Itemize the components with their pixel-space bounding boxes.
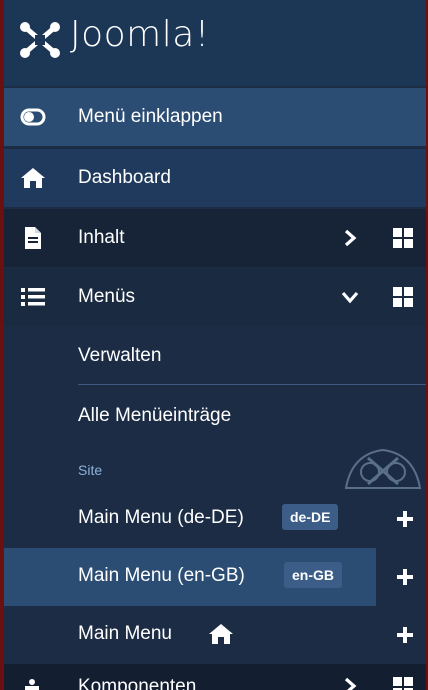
- sidebar-header: Joomla!: [0, 0, 428, 86]
- dashboard-grid-icon[interactable]: [392, 227, 414, 249]
- sidebar-item-label: Dashboard: [78, 167, 171, 188]
- language-badge: de-DE: [282, 504, 339, 530]
- chevron-right-icon[interactable]: [340, 228, 360, 248]
- language-badge: en-GB: [284, 562, 342, 588]
- submenu-item-label: Verwalten: [78, 345, 162, 366]
- dashboard-grid-icon[interactable]: [392, 676, 414, 690]
- add-icon[interactable]: [396, 568, 414, 586]
- sidebar-item-collapse[interactable]: Menü einklappen: [0, 88, 428, 146]
- submenu-item-label: Alle Menüeinträge: [78, 405, 232, 426]
- add-icon[interactable]: [396, 510, 414, 528]
- submenu-item-all-items[interactable]: Alle Menüeinträge: [0, 386, 428, 444]
- file-icon: [20, 225, 46, 251]
- dashboard-grid-icon[interactable]: [392, 286, 414, 308]
- sidebar-item-content[interactable]: Inhalt: [0, 209, 428, 267]
- puzzle-icon: [25, 679, 39, 690]
- sidebar-item-components[interactable]: Komponenten: [0, 664, 428, 690]
- watermark-logo-icon: [344, 448, 422, 489]
- submenu-item-label: Main Menu: [78, 623, 172, 644]
- sidebar-item-label: Inhalt: [78, 227, 125, 248]
- submenu-item-label: Main Menu (en-GB): [78, 565, 245, 586]
- submenu-item-main-menu-en[interactable]: Main Menu (en-GB) en-GB: [0, 548, 428, 606]
- sidebar-item-label: Komponenten: [78, 676, 197, 690]
- submenu-item-manage[interactable]: Verwalten: [0, 330, 428, 384]
- home-icon: [20, 165, 46, 191]
- menu-group-label: Site: [78, 462, 103, 478]
- toggle-icon: [20, 104, 46, 130]
- add-icon[interactable]: [396, 626, 414, 644]
- sidebar-item-menus[interactable]: Menüs: [0, 268, 428, 326]
- sidebar-item-label: Menü einklappen: [78, 106, 223, 127]
- sidebar-item-dashboard[interactable]: Dashboard: [0, 149, 428, 207]
- brand-name: Joomla!: [70, 14, 210, 55]
- joomla-logo-icon[interactable]: [18, 20, 62, 60]
- chevron-down-icon[interactable]: [340, 287, 360, 307]
- submenu-item-main-menu[interactable]: Main Menu: [0, 606, 428, 664]
- chevron-right-icon[interactable]: [340, 676, 360, 690]
- submenu-item-label: Main Menu (de-DE): [78, 507, 244, 528]
- list-icon: [20, 284, 46, 310]
- divider: [78, 384, 428, 385]
- home-icon: [209, 624, 233, 644]
- submenu-item-main-menu-de[interactable]: Main Menu (de-DE) de-DE: [0, 490, 428, 548]
- sidebar-item-label: Menüs: [78, 286, 136, 307]
